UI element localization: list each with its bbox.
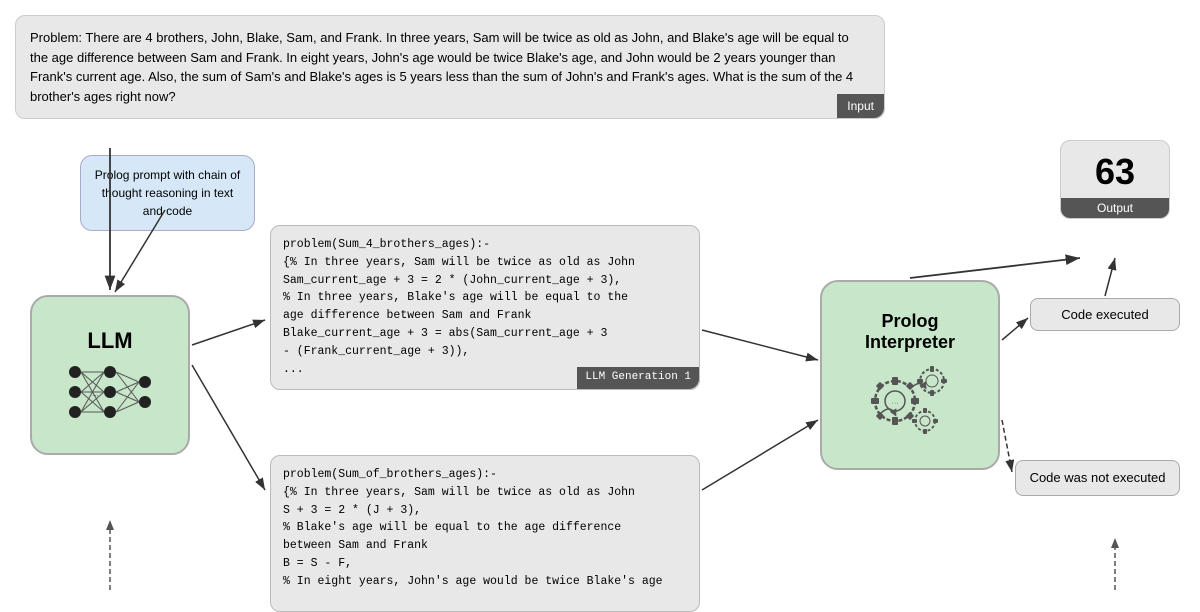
svg-text:...: ... — [92, 389, 99, 398]
code-not-executed-box: Code was not executed — [1015, 460, 1180, 496]
gears-diagram: ··· — [860, 359, 960, 439]
code-generation-box-1: problem(Sum_4_brothers_ages):- {% In thr… — [270, 225, 700, 390]
code-executed-box: Code executed — [1030, 298, 1180, 331]
input-label: Input — [837, 94, 884, 118]
code-text-2: problem(Sum_of_brothers_ages):- {% In th… — [283, 466, 687, 591]
svg-text:···: ··· — [892, 400, 899, 407]
prolog-prompt-text: Prolog prompt with chain of thought reas… — [95, 168, 240, 218]
prolog-interpreter-title: PrologInterpreter — [865, 311, 955, 353]
llm-network-diagram: ... — [65, 362, 155, 422]
output-number: 63 — [1061, 141, 1169, 198]
generation-label-1: LLM Generation 1 — [577, 367, 699, 388]
output-label: Output — [1061, 198, 1169, 218]
output-box: 63 Output — [1060, 140, 1170, 219]
code-text-1: problem(Sum_4_brothers_ages):- {% In thr… — [283, 236, 687, 379]
llm-title: LLM — [87, 328, 132, 354]
prolog-interpreter-box: PrologInterpreter ··· — [820, 280, 1000, 470]
prolog-prompt-bubble: Prolog prompt with chain of thought reas… — [80, 155, 255, 231]
code-not-executed-text: Code was not executed — [1030, 470, 1166, 485]
input-box: Problem: There are 4 brothers, John, Bla… — [15, 15, 885, 119]
llm-box: LLM ... — [30, 295, 190, 455]
code-executed-text: Code executed — [1061, 307, 1148, 322]
code-generation-box-2: problem(Sum_of_brothers_ages):- {% In th… — [270, 455, 700, 612]
input-text: Problem: There are 4 brothers, John, Bla… — [30, 30, 853, 104]
